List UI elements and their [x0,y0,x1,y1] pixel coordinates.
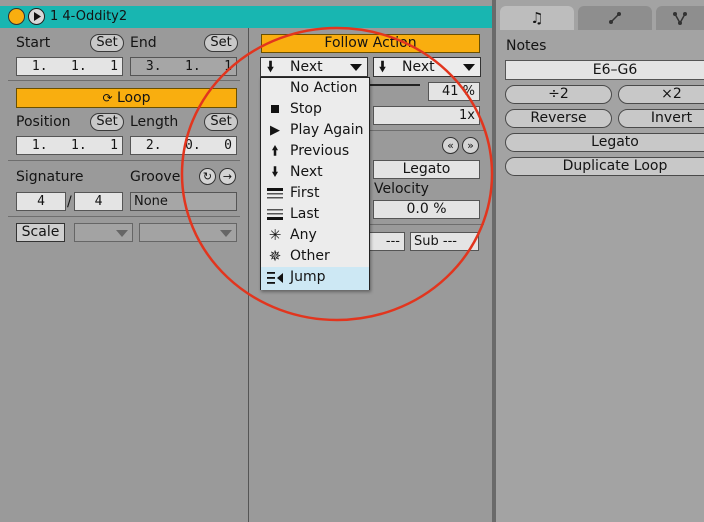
groove-arrow-icon[interactable]: → [219,168,236,185]
chevron-down-icon [116,230,128,237]
loop-button[interactable]: ⟳ Loop [16,88,237,108]
menu-item-previous[interactable]: 🠙 Previous [261,141,369,162]
signature-denominator[interactable]: 4 [74,192,123,211]
scale-button[interactable]: Scale [16,223,65,242]
reverse-button[interactable]: Reverse [505,109,612,128]
chevron-down-icon [220,230,232,237]
start-set-button[interactable]: Set [90,34,124,52]
menu-item-other[interactable]: ✵ Other [261,246,369,267]
position-field[interactable]: 1. 1. 1 [16,136,123,155]
duplicate-loop-button[interactable]: Duplicate Loop [505,157,704,176]
arrow-down-icon: 🠛 [379,59,387,75]
invert-button[interactable]: Invert [618,109,704,128]
play-icon: ▶ [270,123,280,138]
menu-item-stop[interactable]: Stop [261,99,369,120]
tab-envelopes[interactable] [578,6,652,30]
follow-action-a-select[interactable]: 🠛 Next [260,57,368,77]
chance-field[interactable]: 41 % [428,82,480,101]
any-icon: ✳ [268,226,282,244]
nudge-back-icon[interactable]: « [442,137,459,154]
end-field[interactable]: 3. 1. 1 [130,57,237,76]
velocity-label: Velocity [374,181,429,197]
follow-action-button[interactable]: Follow Action [261,34,480,53]
length-field[interactable]: 2. 0. 0 [130,136,237,155]
envelope-icon [609,12,621,24]
chevron-down-icon [350,64,362,71]
position-set-button[interactable]: Set [90,113,124,131]
arrow-up-icon: 🠙 [271,144,279,159]
sub-field[interactable]: Sub --- [410,232,479,251]
length-label: Length [130,114,179,130]
menu-item-any[interactable]: ✳ Any [261,225,369,246]
play-icon[interactable] [28,8,45,25]
signature-numerator[interactable]: 4 [16,192,66,211]
other-icon: ✵ [268,247,282,265]
divider [8,80,240,81]
follow-action-b-select[interactable]: 🠛 Next [373,57,481,77]
signature-slash: / [67,194,72,210]
scale-name-select[interactable] [139,223,237,242]
divider [8,160,240,161]
divider [8,216,240,217]
multiplier-field[interactable]: 1x [373,106,480,125]
menu-item-first[interactable]: First [261,183,369,204]
arrow-down-icon: 🠛 [267,59,275,75]
end-label: End [130,35,157,51]
divider [370,130,484,131]
arrow-down-icon: 🠛 [271,165,279,180]
menu-item-last[interactable]: Last [261,204,369,225]
divider [370,224,484,225]
clip-activator-button[interactable] [8,8,25,25]
chevron-down-icon [463,64,475,71]
menu-item-next[interactable]: 🠛 Next [261,162,369,183]
groove-hotswap-icon[interactable]: ↻ [199,168,216,185]
length-set-button[interactable]: Set [204,113,238,131]
notes-title: Notes [506,38,547,54]
jump-icon [267,267,283,291]
pgm-change-field[interactable]: --- [366,232,405,251]
panel-divider [248,28,249,522]
velocity-field[interactable]: 0.0 % [373,200,480,219]
end-set-button[interactable]: Set [204,34,238,52]
legato-button[interactable]: Legato [505,133,704,152]
menu-item-jump[interactable]: Jump [261,267,369,290]
signature-label: Signature [16,169,84,185]
launch-mode-legato[interactable]: Legato [373,160,480,179]
scale-root-select[interactable] [74,223,133,242]
chance-slider-track[interactable] [370,84,420,86]
groove-label: Groove [130,169,181,185]
stop-icon [267,99,283,120]
music-note-icon: ♫ [530,9,544,27]
loop-label: Loop [116,90,151,106]
position-label: Position [16,114,71,130]
start-field[interactable]: 1. 1. 1 [16,57,123,76]
branch-icon [673,12,687,25]
tab-mpe[interactable] [656,6,704,30]
menu-item-play-again[interactable]: ▶ Play Again [261,120,369,141]
clip-name: 1 4-Oddity2 [50,9,128,24]
double-button[interactable]: ×2 [618,85,704,104]
halve-button[interactable]: ÷2 [505,85,612,104]
menu-item-no-action[interactable]: No Action [261,78,369,99]
clip-panel [0,0,248,522]
follow-action-dropdown: No Action Stop ▶ Play Again 🠙 Previous 🠛… [260,77,370,290]
loop-icon: ⟳ [102,91,113,105]
groove-field[interactable]: None [130,192,237,211]
note-range-field[interactable]: E6–G6 [505,60,704,80]
tab-notes[interactable]: ♫ [500,6,574,30]
nudge-forward-icon[interactable]: » [462,137,479,154]
start-label: Start [16,35,51,51]
